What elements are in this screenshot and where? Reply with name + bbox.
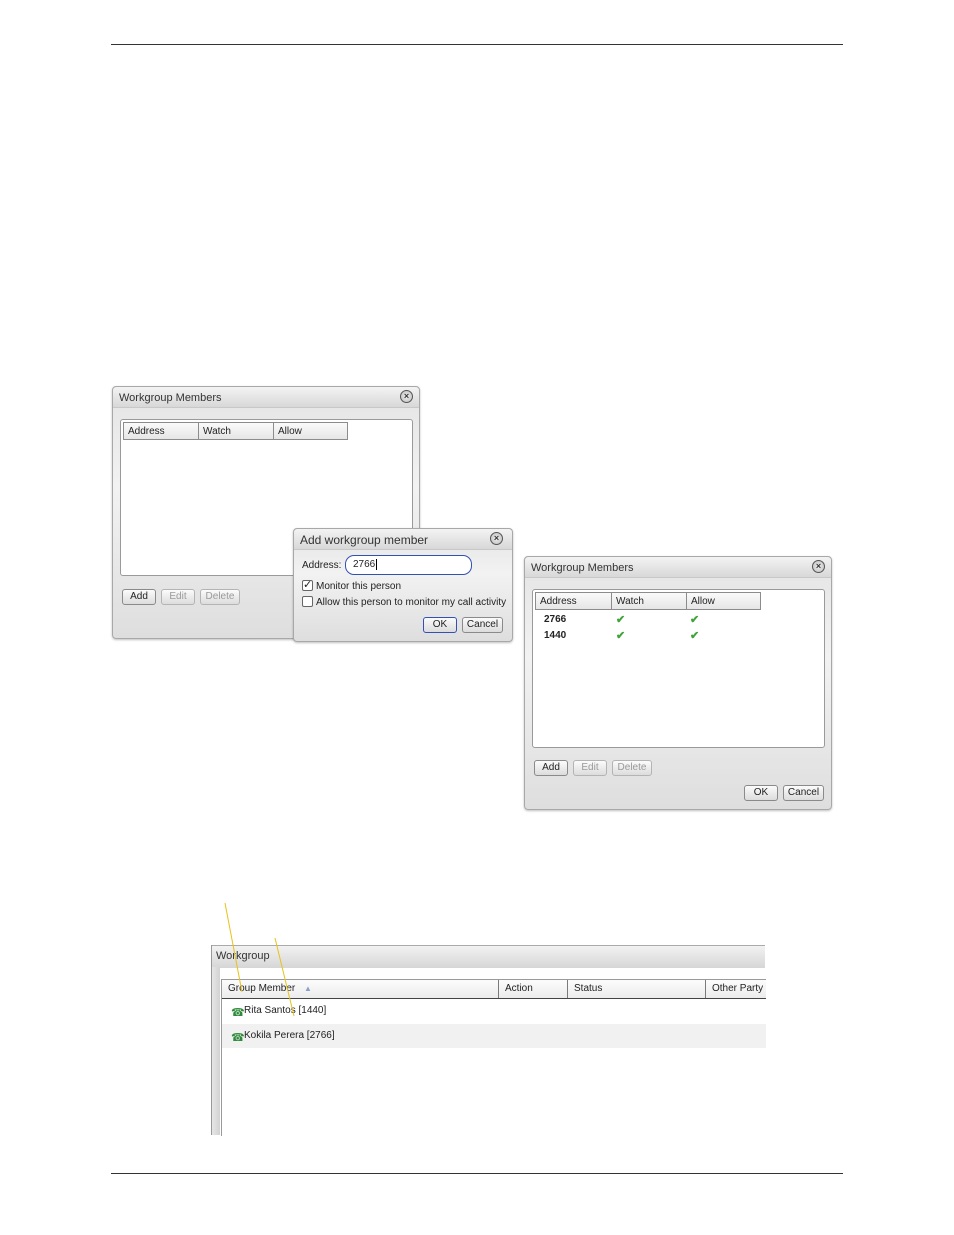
column-header-allow[interactable]: Allow (686, 592, 761, 610)
address-value: 2766 (353, 559, 376, 570)
allow-monitor-label: Allow this person to monitor my call act… (316, 597, 507, 608)
check-icon: ✔ (616, 630, 626, 642)
address-cell: 1440 (544, 630, 567, 641)
cancel-button[interactable]: Cancel (462, 617, 503, 633)
dialog-title: Workgroup Members (531, 562, 634, 574)
monitor-checkbox[interactable] (302, 578, 313, 591)
member-name: Kokila Perera [2766] (244, 1030, 335, 1041)
top-rule (111, 44, 843, 45)
list-item[interactable]: ☎ Kokila Perera [2766] (222, 1024, 766, 1048)
ok-button[interactable]: OK (423, 617, 457, 633)
add-button[interactable]: Add (534, 760, 568, 776)
table-row[interactable]: 1440 ✔ ✔ (533, 628, 824, 643)
workgroup-members-dialog-filled: Workgroup Members × Address Watch Allow … (524, 556, 832, 810)
column-header-address[interactable]: Address (123, 422, 198, 440)
check-icon: ✔ (690, 614, 700, 626)
panel-body (212, 967, 220, 1135)
close-icon[interactable]: × (490, 532, 503, 545)
ok-button[interactable]: OK (744, 785, 778, 801)
list-item[interactable]: ☎ Rita Santos [1440] (222, 999, 766, 1023)
group-member-header-label: Group Member (228, 983, 296, 994)
close-icon[interactable]: × (400, 390, 413, 403)
address-input[interactable]: 2766 (345, 555, 472, 575)
table-row[interactable]: 2766 ✔ ✔ (533, 612, 824, 627)
check-icon: ✔ (616, 614, 626, 626)
sort-ascending-icon: ▲ (304, 984, 312, 993)
members-table: Address Watch Allow 2766 ✔ ✔ 1440 ✔ ✔ (532, 589, 825, 748)
column-header-address[interactable]: Address (535, 592, 611, 610)
bottom-rule (111, 1173, 843, 1174)
delete-button[interactable]: Delete (612, 760, 652, 776)
address-cell: 2766 (544, 614, 567, 625)
allow-monitor-checkbox[interactable] (302, 596, 313, 607)
text-caret (376, 559, 378, 570)
dialog-title: Workgroup Members (119, 392, 222, 404)
edit-button[interactable]: Edit (573, 760, 607, 776)
member-list: Group Member ▲ Action Status Other Party… (221, 979, 766, 1136)
column-header-watch[interactable]: Watch (611, 592, 686, 610)
add-button[interactable]: Add (122, 589, 156, 605)
column-header-watch[interactable]: Watch (198, 422, 273, 440)
column-header-action[interactable]: Action (499, 980, 568, 998)
workgroup-panel: Workgroup Group Member ▲ Action Status O… (211, 945, 766, 1136)
column-header-allow[interactable]: Allow (273, 422, 348, 440)
check-icon: ✔ (690, 630, 700, 642)
column-header-group-member[interactable]: Group Member ▲ (222, 980, 499, 998)
panel-title-bar (212, 945, 765, 968)
add-workgroup-member-dialog: Add workgroup member × Address: 2766 Mon… (293, 528, 513, 642)
phone-icon: ☎ (231, 1007, 245, 1019)
monitor-label: Monitor this person (316, 581, 402, 592)
delete-button[interactable]: Delete (200, 589, 240, 605)
column-header-other-party[interactable]: Other Party (706, 980, 766, 998)
panel-title: Workgroup (216, 950, 270, 962)
member-name: Rita Santos [1440] (244, 1005, 327, 1016)
edit-button[interactable]: Edit (161, 589, 195, 605)
column-header-status[interactable]: Status (568, 980, 706, 998)
cancel-button[interactable]: Cancel (783, 785, 824, 801)
dialog-title: Add workgroup member (300, 533, 429, 547)
list-header: Group Member ▲ Action Status Other Party (222, 980, 766, 999)
phone-icon: ☎ (231, 1032, 245, 1044)
address-label: Address: (302, 560, 342, 571)
close-icon[interactable]: × (812, 560, 825, 573)
